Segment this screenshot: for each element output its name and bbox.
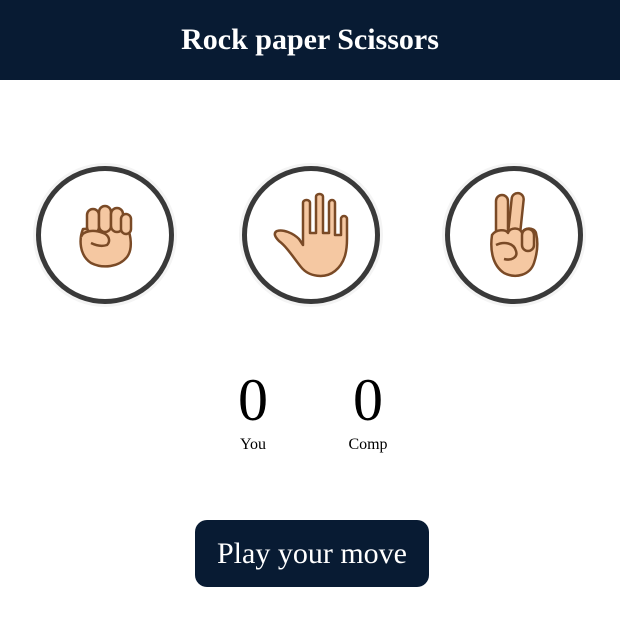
user-score: 0 You [213,370,293,454]
victory-hand-icon [490,191,539,277]
paper-choice-button[interactable] [242,166,380,304]
page-title: Rock paper Scissors [181,23,439,56]
scoreboard: 0 You 0 Comp [0,320,620,490]
user-score-label: You [240,436,266,453]
comp-score-label: Comp [348,436,388,453]
user-score-value: 0 [238,367,268,433]
rock-choice-button[interactable] [36,166,174,304]
play-move-message[interactable]: Play your move [195,520,429,587]
header-bar: Rock paper Scissors [0,0,620,80]
fist-icon [79,204,133,268]
comp-score-value: 0 [353,367,383,433]
open-hand-icon [273,192,349,278]
comp-score: 0 Comp [328,370,408,454]
choices-row [0,80,620,320]
scissors-choice-button[interactable] [445,166,583,304]
